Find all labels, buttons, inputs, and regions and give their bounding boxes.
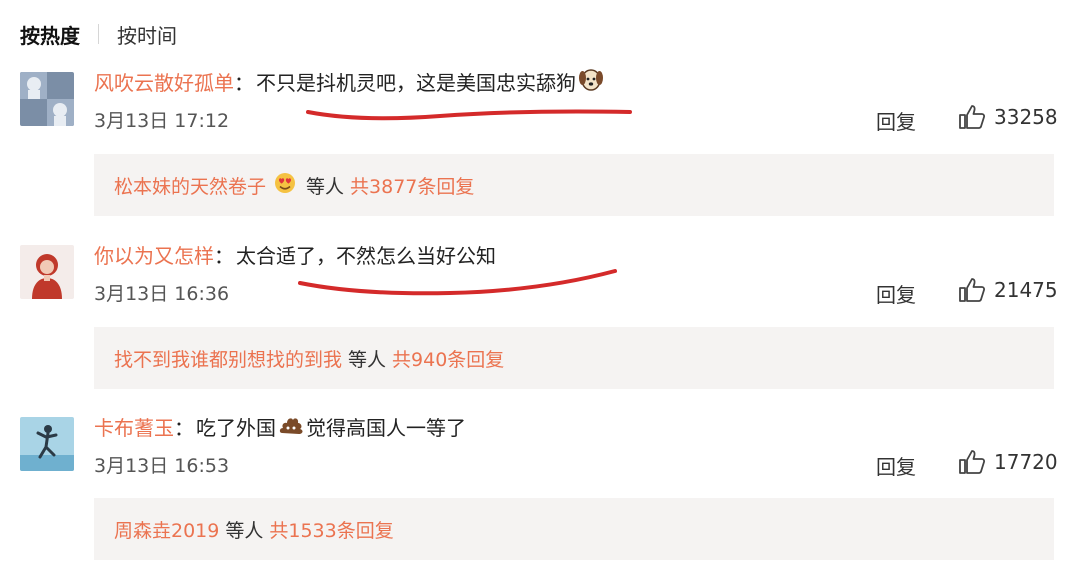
reply-users[interactable]: 找不到我谁都别想找的到我 <box>114 345 342 372</box>
comment-username[interactable]: 你以为又怎样 <box>94 240 214 269</box>
like-count: 21475 <box>994 278 1058 302</box>
avatar[interactable] <box>20 245 74 299</box>
comment-colon: ： <box>174 415 194 440</box>
comment-line: 风吹云散好孤单 ： 不只是抖机灵吧，这是美国忠实舔狗 <box>94 66 606 96</box>
comment-username[interactable]: 风吹云散好孤单 <box>94 67 234 96</box>
reply-users[interactable]: 周森垚2019 <box>114 516 219 543</box>
like-button[interactable]: 17720 <box>958 449 1058 475</box>
comment-text: 不只是抖机灵吧，这是美国忠实舔狗 <box>256 70 576 95</box>
reply-etc: 等人 <box>225 519 264 542</box>
reply-button[interactable]: 回复 <box>876 451 916 480</box>
reply-summary[interactable]: 周森垚2019 等人 共1533条回复 <box>94 498 1054 560</box>
comment-text: 吃了外国 <box>196 415 276 440</box>
comment-line: 卡布蓍玉 ： 吃了外国 觉得高国人一等了 <box>94 411 466 441</box>
comment-section: 按热度 按时间 风吹云散好孤单 ： 不只是抖机灵吧，这是美国忠实舔狗 3月13日… <box>0 0 1080 562</box>
like-count: 33258 <box>994 105 1058 129</box>
comment-timestamp: 3月13日 17:12 <box>94 110 230 132</box>
poop-emoji-icon <box>278 412 304 441</box>
like-count: 17720 <box>994 450 1058 474</box>
like-button[interactable]: 33258 <box>958 104 1058 130</box>
reply-summary[interactable]: 找不到我谁都别想找的到我 等人 共940条回复 <box>94 327 1054 389</box>
comment-text: 觉得高国人一等了 <box>306 415 466 440</box>
avatar[interactable] <box>20 72 74 126</box>
heart-eyes-emoji-icon <box>272 171 298 200</box>
reply-total[interactable]: 共1533条回复 <box>269 516 393 543</box>
sort-bar: 按热度 按时间 <box>20 18 177 50</box>
comment-timestamp: 3月13日 16:53 <box>94 455 230 477</box>
red-underline-mark <box>306 109 632 121</box>
thumbs-up-icon <box>959 450 986 474</box>
thumbs-up-icon <box>959 105 986 129</box>
dog-face-emoji-icon <box>578 66 604 97</box>
comment-timestamp: 3月13日 16:36 <box>94 283 230 305</box>
avatar[interactable] <box>20 417 74 471</box>
reply-summary[interactable]: 松本妹的天然卷子 等人 共3877条回复 <box>94 154 1054 216</box>
comment-colon: ： <box>214 243 234 268</box>
red-underline-mark <box>298 269 617 296</box>
sort-by-time-tab[interactable]: 按时间 <box>117 20 177 49</box>
like-button[interactable]: 21475 <box>958 277 1058 303</box>
reply-button[interactable]: 回复 <box>876 106 916 135</box>
comment-username[interactable]: 卡布蓍玉 <box>94 412 174 441</box>
thumbs-up-icon <box>959 278 986 302</box>
sort-by-hot-tab[interactable]: 按热度 <box>20 20 80 49</box>
reply-total[interactable]: 共3877条回复 <box>350 172 474 199</box>
sort-divider <box>98 24 99 44</box>
reply-etc: 等人 <box>348 348 387 371</box>
reply-button[interactable]: 回复 <box>876 279 916 308</box>
reply-etc: 等人 <box>306 175 345 198</box>
reply-users[interactable]: 松本妹的天然卷子 <box>114 172 266 199</box>
comment-colon: ： <box>234 70 254 95</box>
reply-total[interactable]: 共940条回复 <box>392 345 504 372</box>
